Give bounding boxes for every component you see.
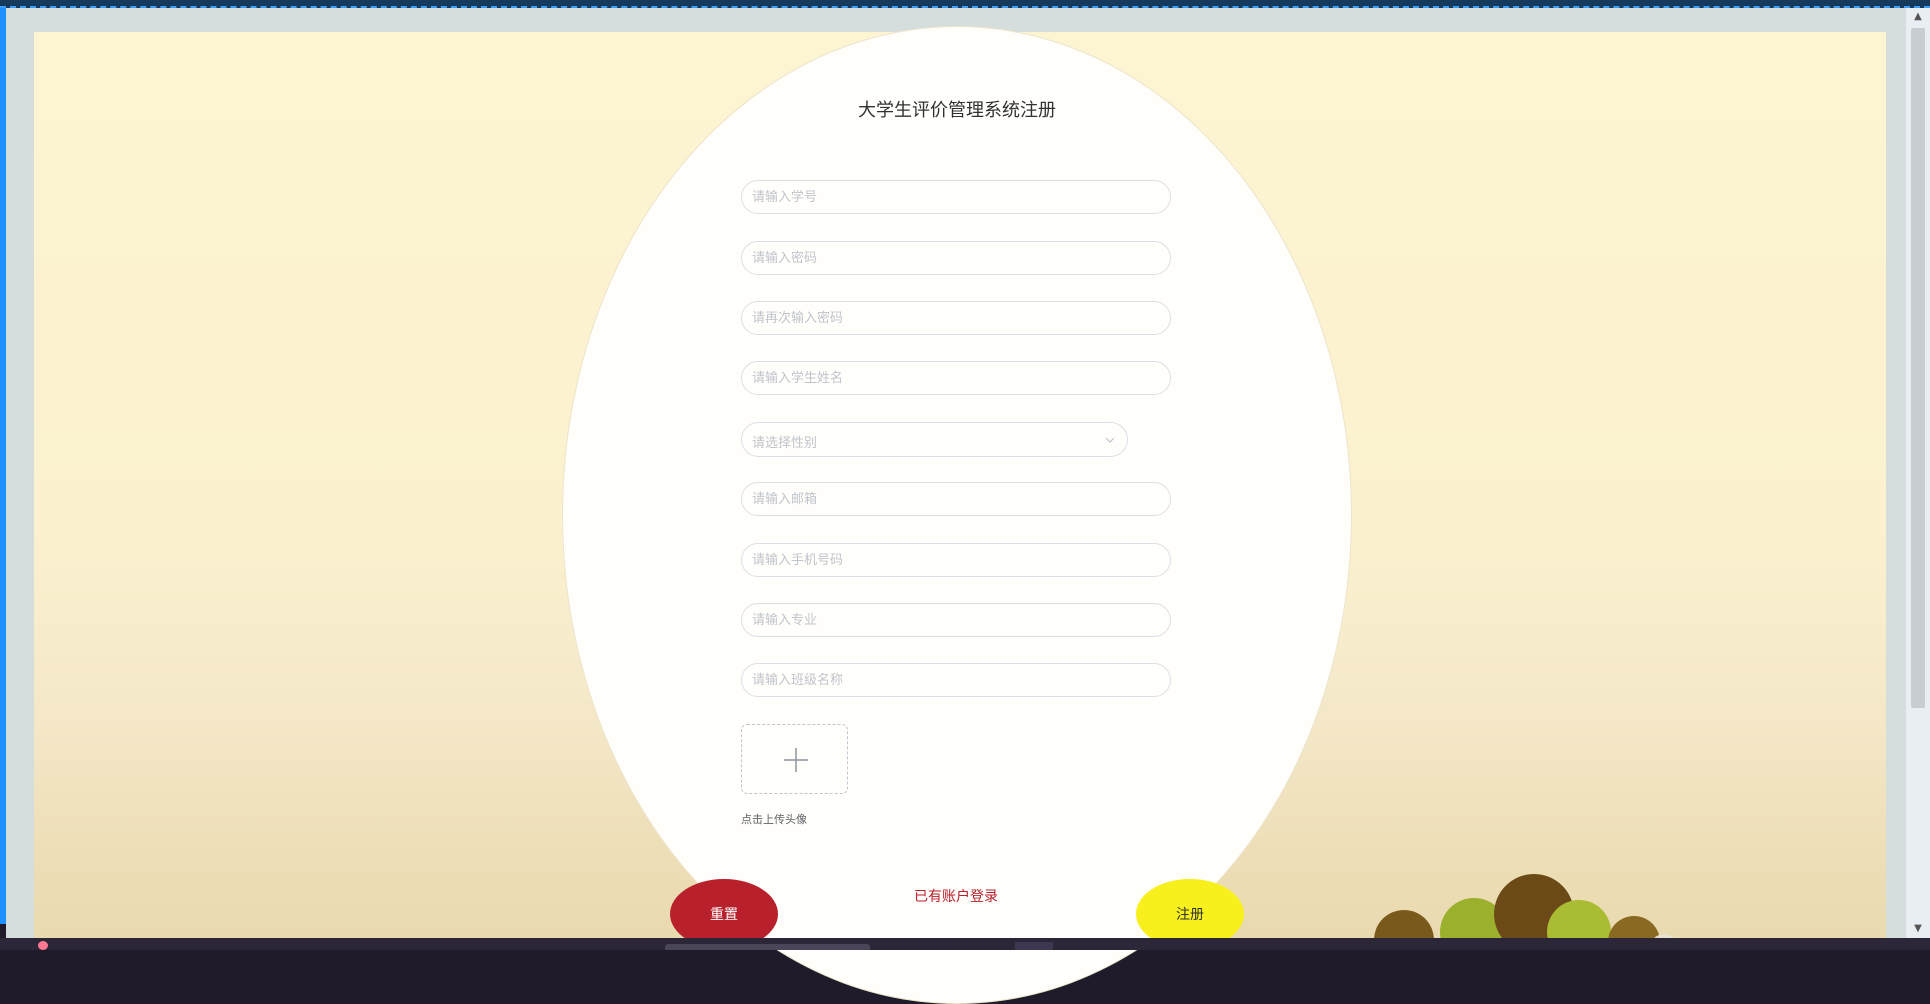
avatar-upload[interactable]: [741, 724, 848, 794]
upload-avatar-label: 点击上传头像: [741, 813, 807, 826]
vertical-scrollbar[interactable]: ▲ ▼: [1906, 8, 1930, 938]
scroll-down-arrow-icon[interactable]: ▼: [1906, 922, 1930, 936]
login-link[interactable]: 已有账户登录: [880, 886, 1032, 906]
class-name-input[interactable]: [741, 663, 1171, 697]
gender-select-placeholder: 请选择性别: [752, 436, 818, 451]
gender-select[interactable]: 请选择性别: [741, 422, 1128, 457]
taskbar: [0, 938, 1930, 950]
page-title: 大学生评价管理系统注册: [858, 100, 1056, 121]
email-input[interactable]: [741, 482, 1171, 516]
plus-icon: [784, 748, 808, 772]
student-name-input[interactable]: [741, 361, 1171, 395]
scroll-thumb[interactable]: [1911, 28, 1925, 708]
student-id-input[interactable]: [741, 180, 1171, 214]
browser-top-strip: [0, 0, 1930, 8]
chestnut-decoration-icon: [1374, 874, 1674, 938]
major-input[interactable]: [741, 603, 1171, 637]
chevron-down-icon: [1105, 437, 1115, 443]
taskbar-app-icon[interactable]: [38, 941, 48, 950]
password-input[interactable]: [741, 241, 1171, 275]
confirm-password-input[interactable]: [741, 301, 1171, 335]
taskbar-tray-item[interactable]: [1015, 942, 1053, 950]
scroll-up-arrow-icon[interactable]: ▲: [1906, 10, 1930, 24]
phone-input[interactable]: [741, 543, 1171, 577]
taskbar-window-tab[interactable]: [665, 944, 870, 950]
